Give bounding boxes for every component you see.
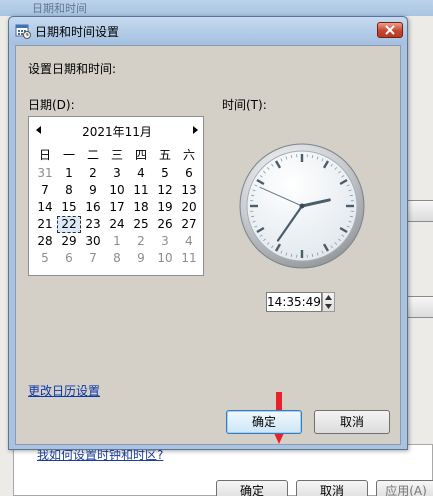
weekday-header: 三	[110, 148, 123, 162]
chevron-right-icon[interactable]	[191, 126, 199, 134]
calendar-day[interactable]: 25	[129, 216, 153, 233]
dialog-heading: 设置日期和时间:	[28, 62, 117, 76]
calendar-day[interactable]: 13	[177, 182, 201, 199]
weekday-header: 日	[38, 148, 51, 162]
calendar-day-grid: 31 1 2 3 4 5 6 7 8 9 10 11 12 13 14 15 16 17 18 19 20 21 22 23 2…	[33, 165, 201, 273]
calendar-day[interactable]: 12	[153, 182, 177, 199]
background-window-title: 日期和时间	[32, 2, 87, 15]
background-side-button[interactable]	[406, 296, 433, 318]
calendar-day[interactable]: 17	[105, 199, 129, 216]
background-apply-button[interactable]: 应用(A)	[376, 480, 433, 496]
calendar-day[interactable]: 3	[153, 233, 177, 250]
background-cancel-button[interactable]: 取消	[296, 480, 368, 496]
date-time-settings-dialog: 日期和时间设置 设置日期和时间: 日期(D): 时间(T): 2021年11月 …	[8, 16, 408, 450]
weekday-header: 六	[182, 148, 195, 162]
calendar-day[interactable]: 29	[57, 233, 81, 250]
dialog-title: 日期和时间设置	[35, 25, 120, 39]
calendar-day[interactable]: 4	[129, 165, 153, 182]
clock-center	[299, 203, 305, 209]
time-input[interactable]: 14:35:49	[266, 292, 322, 312]
calendar-day[interactable]: 21	[33, 216, 57, 233]
calendar-day[interactable]: 4	[177, 233, 201, 250]
calendar-day[interactable]: 11	[177, 250, 201, 267]
background-side-button[interactable]	[406, 200, 433, 222]
calendar-day[interactable]: 10	[153, 250, 177, 267]
calendar-day-selected[interactable]: 22	[57, 216, 81, 233]
calendar-day[interactable]: 9	[81, 182, 105, 199]
calendar-day[interactable]: 31	[33, 165, 57, 182]
calendar-day[interactable]: 1	[105, 233, 129, 250]
calendar-day[interactable]: 8	[57, 182, 81, 199]
calendar-day[interactable]: 8	[105, 250, 129, 267]
ok-button[interactable]: 确定	[226, 410, 302, 434]
calendar-day[interactable]: 16	[81, 199, 105, 216]
calendar-day[interactable]: 24	[105, 216, 129, 233]
calendar-day[interactable]: 1	[57, 165, 81, 182]
close-button[interactable]	[377, 22, 403, 38]
calendar-day[interactable]: 20	[177, 199, 201, 216]
calendar-day[interactable]: 10	[105, 182, 129, 199]
calendar-day[interactable]: 2	[81, 165, 105, 182]
calendar-day[interactable]: 26	[153, 216, 177, 233]
calendar-day[interactable]: 28	[33, 233, 57, 250]
weekday-header: 一	[62, 148, 75, 162]
date-label: 日期(D):	[28, 98, 75, 112]
background-titlebar: 日期和时间	[0, 0, 433, 16]
calendar-day[interactable]: 5	[153, 165, 177, 182]
calendar[interactable]: 2021年11月 日一二三四五六 31 1 2 3 4 5 6 7 8 9 10 11 12 13 14 15…	[28, 116, 204, 276]
calendar-day[interactable]: 27	[177, 216, 201, 233]
time-spinner[interactable]	[322, 292, 335, 312]
calendar-weekday-row: 日一二三四五六	[33, 147, 201, 163]
spin-up-icon[interactable]	[325, 295, 332, 300]
calendar-day[interactable]: 23	[81, 216, 105, 233]
calendar-day[interactable]: 15	[57, 199, 81, 216]
calendar-day[interactable]: 19	[153, 199, 177, 216]
calendar-day[interactable]: 18	[129, 199, 153, 216]
calendar-day[interactable]: 3	[105, 165, 129, 182]
weekday-header: 五	[158, 148, 171, 162]
calendar-day[interactable]: 11	[129, 182, 153, 199]
weekday-header: 二	[86, 148, 99, 162]
dialog-titlebar[interactable]: 日期和时间设置	[9, 17, 407, 45]
calendar-day[interactable]: 6	[57, 250, 81, 267]
calendar-day[interactable]: 9	[129, 250, 153, 267]
spin-down-icon[interactable]	[325, 304, 332, 309]
calendar-day[interactable]: 30	[81, 233, 105, 250]
weekday-header: 四	[134, 148, 147, 162]
calendar-month-label[interactable]: 2021年11月	[29, 123, 205, 140]
time-label: 时间(T):	[222, 98, 267, 112]
calendar-day[interactable]: 7	[81, 250, 105, 267]
change-calendar-settings-link[interactable]: 更改日历设置	[28, 382, 100, 399]
analog-clock	[239, 143, 365, 269]
calendar-day[interactable]: 7	[33, 182, 57, 199]
close-icon	[385, 25, 395, 35]
calendar-clock-icon	[15, 24, 31, 39]
calendar-day[interactable]: 5	[33, 250, 57, 267]
calendar-day[interactable]: 2	[129, 233, 153, 250]
background-ok-button[interactable]: 确定	[216, 480, 288, 496]
cancel-button[interactable]: 取消	[314, 410, 390, 434]
dialog-client-area: 设置日期和时间: 日期(D): 时间(T): 2021年11月 日一二三四五六 …	[15, 45, 401, 445]
calendar-day[interactable]: 14	[33, 199, 57, 216]
calendar-day[interactable]: 6	[177, 165, 201, 182]
